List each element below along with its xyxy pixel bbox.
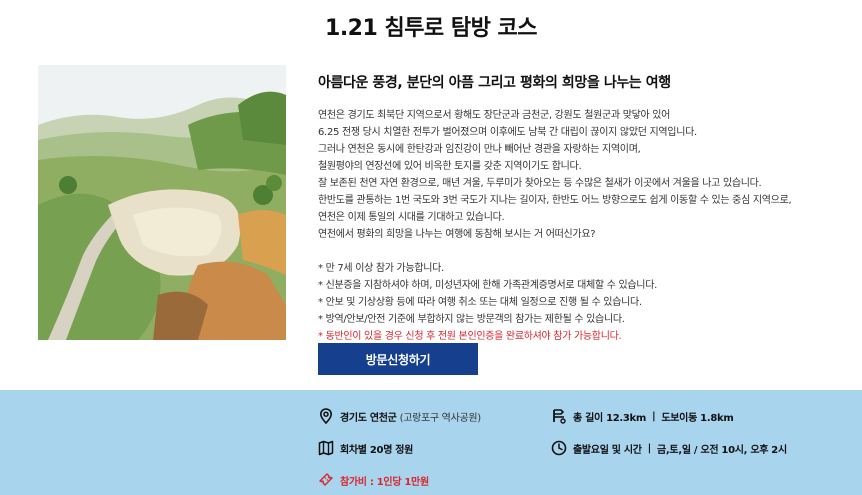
route-icon — [553, 409, 566, 424]
clock-icon — [551, 440, 567, 456]
schedule-label: 출발요일 및 시간 — [573, 444, 642, 456]
description-line: 잘 보존된 천연 자연 환경으로, 매년 겨울, 두루미가 찾아오는 등 수많은… — [318, 178, 762, 189]
description-line: 연천은 경기도 최북단 지역으로서 황해도 장단군과 금천군, 강원도 철원군과… — [318, 110, 671, 121]
map-icon — [318, 440, 334, 456]
description-line: 한반도를 관통하는 1번 국도와 3번 국도가 지나는 길이자, 한반도 어느 … — [318, 195, 792, 206]
notice-list: * 만 7세 이상 참가 가능합니다. * 신분증을 지참하셔야 하며, 미성년… — [318, 260, 838, 345]
ticket-icon — [319, 473, 333, 486]
notice-item: * 방역/안보/안전 기준에 부합하지 않는 방문객의 참가는 제한될 수 있습… — [318, 314, 625, 325]
apply-visit-button[interactable]: 방문신청하기 — [318, 343, 478, 375]
notice-item: * 안보 및 기상상황 등에 따라 여행 취소 또는 대체 일정으로 진행 될 … — [318, 297, 642, 308]
description-line: 연천은 이제 통일의 시대를 기대하고 있습니다. — [318, 212, 505, 223]
schedule-value: 금,토,일 / 오전 10시, 오후 2시 — [657, 444, 787, 456]
fee-text: 참가비 : 1인당 1만원 — [340, 476, 429, 488]
distance-walk: 도보이동 1.8km — [661, 412, 734, 424]
description-line: 연천에서 평화의 희망을 나누는 여행에 동참해 보시는 거 어떠신가요? — [318, 229, 596, 240]
location-main: 경기도 연천군 — [340, 412, 397, 424]
description-line: 그러나 연천은 동시에 한탄강과 임진강이 만나 빼어난 경관을 자랑하는 지역… — [318, 144, 641, 155]
location-pin-icon — [319, 408, 333, 424]
course-subtitle: 아름다운 풍경, 분단의 아픔 그리고 평화의 희망을 나누는 여행 — [318, 75, 671, 91]
distance-info: 총 길이 12.3km | 도보이동 1.8km — [551, 408, 734, 424]
capacity-text: 회차별 20명 정원 — [340, 444, 414, 456]
description-line: 철원평야의 연장선에 있어 비옥한 토지를 갖춘 지역이기도 합니다. — [318, 161, 582, 172]
fee-info: 참가비 : 1인당 1만원 — [318, 472, 429, 488]
distance-total: 총 길이 12.3km — [573, 412, 647, 424]
schedule-info: 출발요일 및 시간 | 금,토,일 / 오전 10시, 오후 2시 — [551, 440, 787, 456]
course-info-band: 경기도 연천군 (고랑포구 역사공원) 총 길이 12.3km | 도보이동 1… — [0, 390, 862, 495]
location-info: 경기도 연천군 (고랑포구 역사공원) — [318, 408, 481, 424]
notice-item: * 신분증을 지참하셔야 하며, 미성년자에 한해 가족관계증명서로 대체할 수… — [318, 280, 657, 291]
page-title: 1.21 침투로 탐방 코스 — [325, 16, 537, 41]
location-sub: (고랑포구 역사공원) — [399, 412, 482, 424]
description-line: 6.25 전쟁 당시 치열한 전투가 벌어졌으며 이후에도 남북 간 대립이 끊… — [318, 127, 697, 138]
course-description: 아름다운 풍경, 분단의 아픔 그리고 평화의 희망을 나누는 여행 연천은 경… — [318, 72, 838, 345]
separator: | — [647, 442, 652, 454]
course-illustration — [38, 65, 286, 340]
description-paragraphs: 연천은 경기도 최북단 지역으로서 황해도 장단군과 금천군, 강원도 철원군과… — [318, 107, 838, 243]
separator: | — [652, 410, 656, 422]
notice-item: * 만 7세 이상 참가 가능합니다. — [318, 263, 444, 274]
capacity-info: 회차별 20명 정원 — [318, 440, 413, 456]
